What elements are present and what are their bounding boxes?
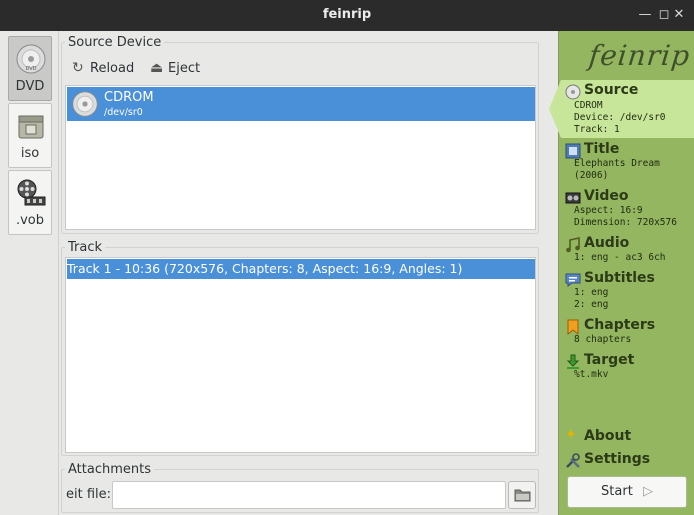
source-type-bar: DVD DVD iso .vob (0, 31, 59, 515)
eject-label: Eject (168, 61, 201, 76)
eject-button[interactable]: ⏏ Eject (150, 60, 200, 82)
step-detail: 8 chapters (574, 334, 632, 345)
step-title[interactable]: Title Elephants Dream (2006) (562, 141, 692, 185)
settings-button[interactable]: Settings (562, 451, 692, 471)
cdrom-disc-icon (72, 91, 98, 117)
step-detail: 1: eng (574, 287, 609, 298)
step-detail: 2: eng (574, 299, 609, 310)
browse-eit-button[interactable] (508, 481, 536, 509)
step-detail: Elephants Dream (574, 158, 660, 169)
device-path: /dev/sr0 (104, 107, 143, 118)
source-type-vob-button[interactable]: .vob (8, 170, 52, 235)
step-subtitles[interactable]: Subtitles 1: eng 2: eng (562, 270, 692, 314)
step-title: Source (584, 82, 639, 98)
film-reel-icon (17, 179, 46, 206)
star-icon: ✦ (565, 427, 577, 443)
step-detail: (2006) (574, 170, 609, 181)
track-list-item[interactable]: Track 1 - 10:36 (720x576, Chapters: 8, A… (67, 259, 535, 279)
step-chapters-label: Chapters (584, 317, 656, 333)
step-target-label: Target (584, 352, 635, 368)
reload-button[interactable]: ↻ Reload (72, 60, 134, 82)
step-audio-label: Audio (584, 235, 630, 251)
track-group-label: Track (65, 240, 106, 255)
music-note-icon (566, 237, 580, 253)
step-detail: Device: /dev/sr0 (574, 112, 666, 123)
source-type-label: DVD (15, 79, 45, 94)
step-detail: Track: 1 (574, 124, 620, 135)
eit-file-input[interactable] (112, 481, 506, 509)
reload-icon: ↻ (72, 60, 84, 76)
disc-icon (565, 84, 581, 100)
about-button[interactable]: ✦ About (562, 427, 692, 448)
step-detail: %t.mkv (574, 369, 609, 380)
attachments-group-label: Attachments (65, 462, 154, 477)
play-icon: ▷ (642, 484, 653, 499)
speech-bubble-icon (565, 273, 581, 287)
device-name: CDROM (104, 90, 154, 105)
step-video-label: Video (584, 188, 629, 204)
eject-icon: ⏏ (150, 60, 164, 76)
svg-text:DVD: DVD (25, 66, 36, 72)
about-label: About (584, 428, 632, 444)
device-list-item[interactable]: CDROM /dev/sr0 (67, 87, 535, 121)
start-button[interactable]: Start ▷ (567, 476, 687, 508)
app-logo: feinrip (587, 39, 692, 72)
bookmark-icon (567, 319, 579, 335)
minimize-icon[interactable]: — (636, 6, 654, 24)
step-detail: 1: eng - ac3 6ch (574, 252, 666, 263)
step-title-label: Title (584, 141, 620, 157)
step-chapters[interactable]: Chapters 8 chapters (562, 317, 692, 349)
window-titlebar: feinrip — ◻ ✕ (0, 0, 694, 31)
source-type-label: iso (20, 146, 40, 161)
folder-icon (514, 489, 531, 502)
film-icon (565, 192, 581, 204)
movie-title-icon (565, 143, 581, 159)
start-label: Start (601, 484, 633, 499)
step-audio[interactable]: Audio 1: eng - ac3 6ch (562, 235, 692, 267)
eit-file-label: eit file: (66, 487, 112, 502)
download-arrow-icon (566, 354, 580, 369)
source-type-dvd-button[interactable]: DVD DVD (8, 36, 52, 101)
step-detail: Aspect: 16:9 (574, 205, 643, 216)
tools-icon (566, 453, 580, 468)
step-source[interactable]: Source CDROM Device: /dev/sr0 Track: 1 (562, 82, 692, 136)
window-title: feinrip (322, 7, 372, 22)
dvd-disc-icon: DVD (16, 44, 46, 74)
step-subtitles-label: Subtitles (584, 270, 655, 286)
source-type-iso-button[interactable]: iso (8, 103, 52, 168)
settings-label: Settings (584, 451, 651, 467)
step-video[interactable]: Video Aspect: 16:9 Dimension: 720x576 (562, 188, 692, 232)
source-device-group-label: Source Device (65, 35, 165, 50)
step-target[interactable]: Target %t.mkv (562, 352, 692, 384)
reload-label: Reload (90, 61, 135, 76)
device-list[interactable]: CDROM /dev/sr0 (65, 85, 536, 230)
source-type-label: .vob (15, 213, 45, 228)
step-detail: CDROM (574, 100, 603, 111)
iso-archive-icon (18, 115, 44, 139)
step-detail: Dimension: 720x576 (574, 217, 677, 228)
close-icon[interactable]: ✕ (670, 6, 688, 24)
track-list[interactable]: Track 1 - 10:36 (720x576, Chapters: 8, A… (65, 257, 536, 453)
